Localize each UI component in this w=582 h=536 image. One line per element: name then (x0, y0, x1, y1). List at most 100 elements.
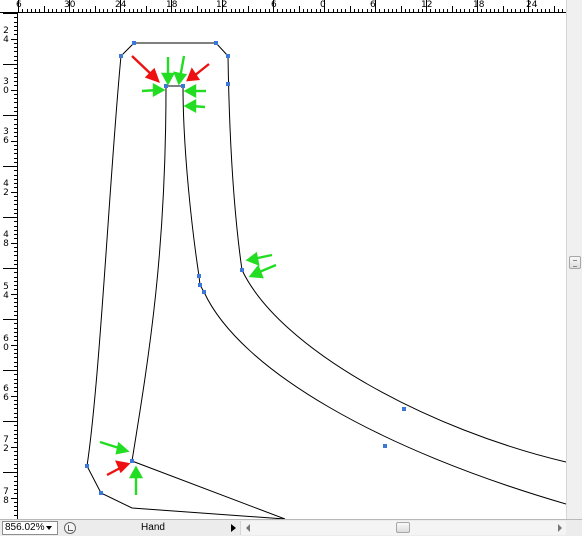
anchor-point[interactable] (214, 41, 218, 45)
glyph-outline-drawing[interactable] (18, 13, 566, 519)
ruler-tick (11, 90, 17, 91)
top-ruler[interactable]: 6 30 24 18 12 6 0 6 12 18 24 (0, 0, 566, 13)
anchor-point[interactable] (197, 274, 201, 278)
ruler-tick (14, 226, 17, 227)
ruler-tick (14, 119, 17, 120)
left-ruler-label: 2 (3, 188, 9, 198)
ruler-tick (14, 260, 17, 261)
ruler-tick (418, 9, 419, 12)
anchor-point[interactable] (198, 283, 202, 287)
ruler-tick (107, 9, 108, 12)
ruler-tick (375, 0, 376, 12)
ruler-tick (14, 464, 17, 465)
ruler-tick (14, 43, 17, 44)
ruler-tick (260, 9, 261, 12)
ruler-tick (14, 481, 17, 482)
vertical-scroll-thumb[interactable] (569, 256, 581, 269)
ruler-tick (209, 9, 210, 12)
ruler-tick (14, 430, 17, 431)
ruler-tick (14, 289, 17, 290)
ruler-tick (184, 9, 185, 12)
ruler-tick (14, 515, 17, 516)
horizontal-scroll-thumb[interactable] (396, 522, 410, 533)
ruler-tick (150, 9, 151, 12)
ruler-tick (116, 9, 117, 12)
anchor-point[interactable] (85, 464, 89, 468)
status-info-icon[interactable] (64, 522, 76, 534)
ruler-tick (14, 362, 17, 363)
ruler-tick (507, 9, 508, 12)
anchor-point[interactable] (119, 54, 123, 58)
anchor-point[interactable] (226, 54, 230, 58)
ruler-tick (14, 391, 17, 392)
ruler-tick (358, 9, 359, 12)
ruler-tick (56, 9, 57, 12)
ruler-tick (14, 379, 17, 380)
ruler-tick (11, 396, 17, 397)
inner-path[interactable] (166, 85, 566, 505)
ruler-tick (14, 196, 17, 197)
ruler-tick (14, 60, 17, 61)
chevron-down-icon[interactable] (46, 526, 52, 530)
ruler-tick (3, 115, 17, 116)
vertical-scrollbar[interactable] (566, 0, 582, 519)
ruler-tick (239, 9, 240, 12)
left-ruler-label: 8 (3, 496, 9, 506)
ruler-tick (14, 387, 17, 388)
anchor-point[interactable] (402, 407, 406, 411)
ruler-tick (14, 136, 17, 137)
ruler-tick (14, 476, 17, 477)
zoom-field[interactable]: 856.02% (2, 521, 58, 535)
ruler-tick (14, 213, 17, 214)
ruler-tick (273, 0, 274, 12)
ruler-tick (3, 64, 17, 65)
ruler-tick (14, 204, 17, 205)
ruler-tick (82, 9, 83, 12)
ruler-tick (14, 425, 17, 426)
drawing-canvas[interactable] (18, 13, 566, 519)
ruler-tick (413, 9, 414, 12)
ruler-tick (11, 345, 17, 346)
anchor-point[interactable] (226, 82, 230, 86)
ruler-tick (14, 175, 17, 176)
ruler-tick (197, 6, 198, 12)
ruler-tick (86, 9, 87, 12)
ruler-tick (409, 9, 410, 12)
anchor-point[interactable] (202, 290, 206, 294)
inner-left-path[interactable] (131, 85, 286, 519)
ruler-tick (452, 6, 453, 12)
ruler-tick (14, 124, 17, 125)
ruler-tick (14, 357, 17, 358)
anchor-point[interactable] (181, 84, 185, 88)
anchor-point[interactable] (132, 41, 136, 45)
anchor-point[interactable] (383, 444, 387, 448)
scroll-right-icon[interactable] (558, 524, 562, 532)
ruler-tick (3, 166, 17, 167)
ruler-tick (14, 73, 17, 74)
ruler-tick (231, 9, 232, 12)
anchor-point[interactable] (164, 84, 168, 88)
ruler-tick (14, 489, 17, 490)
scroll-left-icon[interactable] (246, 524, 250, 532)
play-arrow-icon[interactable] (231, 524, 236, 532)
left-ruler[interactable]: 2 4 3 0 3 6 4 2 4 8 5 4 6 0 6 6 7 2 7 8 (0, 13, 18, 520)
ruler-tick (14, 238, 17, 239)
anchor-point[interactable] (130, 459, 134, 463)
ruler-tick (103, 9, 104, 12)
ruler-tick (14, 502, 17, 503)
ruler-tick (14, 311, 17, 312)
left-ruler-label: 0 (3, 86, 9, 96)
ruler-tick (477, 0, 478, 12)
ruler-tick (14, 315, 17, 316)
ruler-tick (14, 404, 17, 405)
ruler-tick (133, 9, 134, 12)
ruler-tick (311, 9, 312, 12)
ruler-tick (141, 9, 142, 12)
anchor-point[interactable] (240, 268, 244, 272)
anchor-point[interactable] (99, 491, 103, 495)
ruler-tick (265, 9, 266, 12)
ruler-tick (14, 158, 17, 159)
ruler-tick (14, 162, 17, 163)
ruler-tick (11, 294, 17, 295)
horizontal-scrollbar[interactable] (240, 521, 566, 535)
